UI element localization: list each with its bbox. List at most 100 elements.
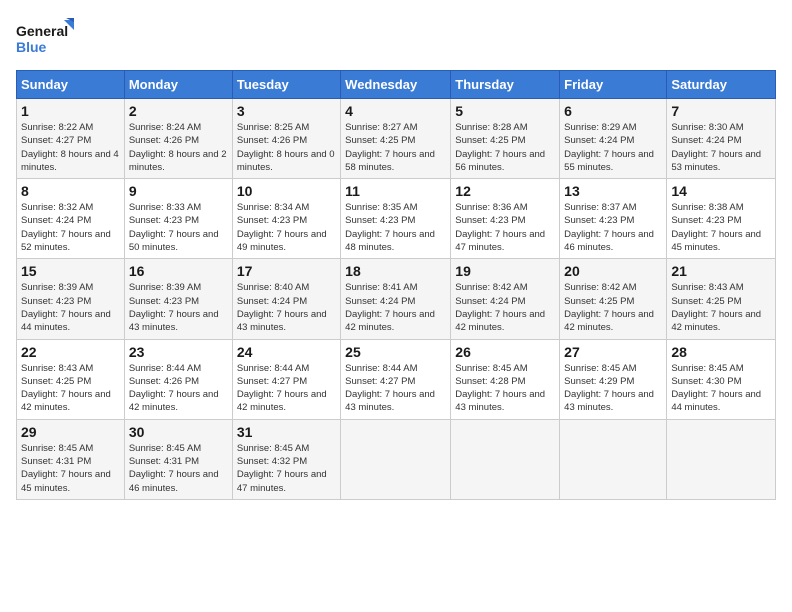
- header-day: Thursday: [451, 71, 560, 99]
- day-number: 16: [129, 263, 228, 279]
- header-row: SundayMondayTuesdayWednesdayThursdayFrid…: [17, 71, 776, 99]
- calendar-day: 22 Sunrise: 8:43 AMSunset: 4:25 PMDayligh…: [17, 339, 125, 419]
- day-number: 21: [671, 263, 771, 279]
- calendar-day: 12 Sunrise: 8:36 AMSunset: 4:23 PMDayligh…: [451, 179, 560, 259]
- calendar-day: 14Sunrise: 8:38 AMSunset: 4:23 PMDayligh…: [667, 179, 776, 259]
- day-number: 27: [564, 344, 662, 360]
- calendar-day: 18Sunrise: 8:41 AMSunset: 4:24 PMDayligh…: [341, 259, 451, 339]
- calendar-day: 25 Sunrise: 8:44 AMSunset: 4:27 PMDayligh…: [341, 339, 451, 419]
- header-day: Sunday: [17, 71, 125, 99]
- calendar-day: 26Sunrise: 8:45 AMSunset: 4:28 PMDayligh…: [451, 339, 560, 419]
- header-day: Friday: [560, 71, 667, 99]
- calendar-week: 1Sunrise: 8:22 AMSunset: 4:27 PMDaylight…: [17, 99, 776, 179]
- svg-text:General: General: [16, 23, 68, 39]
- day-number: 30: [129, 424, 228, 440]
- day-number: 24: [237, 344, 336, 360]
- day-info: Sunrise: 8:43 AMSunset: 4:25 PMDaylight:…: [671, 282, 761, 333]
- day-info: Sunrise: 8:43 AMSunset: 4:25 PMDaylight:…: [21, 363, 111, 414]
- calendar-day: 17 Sunrise: 8:40 AMSunset: 4:24 PMDayligh…: [232, 259, 340, 339]
- calendar-week: 22 Sunrise: 8:43 AMSunset: 4:25 PMDayligh…: [17, 339, 776, 419]
- calendar-day: 30 Sunrise: 8:45 AMSunset: 4:31 PMDayligh…: [124, 419, 232, 499]
- calendar-day: 27 Sunrise: 8:45 AMSunset: 4:29 PMDayligh…: [560, 339, 667, 419]
- day-info: Sunrise: 8:44 AMSunset: 4:27 PMDaylight:…: [237, 363, 327, 414]
- day-info: Sunrise: 8:45 AMSunset: 4:31 PMDaylight:…: [21, 443, 111, 494]
- day-number: 11: [345, 183, 446, 199]
- header-day: Tuesday: [232, 71, 340, 99]
- day-info: Sunrise: 8:27 AMSunset: 4:25 PMDaylight:…: [345, 122, 435, 173]
- day-number: 29: [21, 424, 120, 440]
- day-number: 15: [21, 263, 120, 279]
- day-number: 20: [564, 263, 662, 279]
- day-number: 3: [237, 103, 336, 119]
- calendar-table: SundayMondayTuesdayWednesdayThursdayFrid…: [16, 70, 776, 500]
- day-info: Sunrise: 8:24 AMSunset: 4:26 PMDaylight:…: [129, 122, 227, 173]
- calendar-day: 7 Sunrise: 8:30 AMSunset: 4:24 PMDaylight…: [667, 99, 776, 179]
- day-info: Sunrise: 8:22 AMSunset: 4:27 PMDaylight:…: [21, 122, 119, 173]
- logo: General Blue: [16, 16, 76, 60]
- day-info: Sunrise: 8:45 AMSunset: 4:30 PMDaylight:…: [671, 363, 761, 414]
- day-info: Sunrise: 8:36 AMSunset: 4:23 PMDaylight:…: [455, 202, 545, 253]
- day-number: 14: [671, 183, 771, 199]
- day-info: Sunrise: 8:28 AMSunset: 4:25 PMDaylight:…: [455, 122, 545, 173]
- day-number: 7: [671, 103, 771, 119]
- day-number: 4: [345, 103, 446, 119]
- logo-svg: General Blue: [16, 16, 76, 60]
- day-info: Sunrise: 8:45 AMSunset: 4:28 PMDaylight:…: [455, 363, 545, 414]
- day-number: 13: [564, 183, 662, 199]
- calendar-day: 29 Sunrise: 8:45 AMSunset: 4:31 PMDayligh…: [17, 419, 125, 499]
- day-info: Sunrise: 8:44 AMSunset: 4:26 PMDaylight:…: [129, 363, 219, 414]
- calendar-day: [560, 419, 667, 499]
- header-day: Saturday: [667, 71, 776, 99]
- calendar-day: 4 Sunrise: 8:27 AMSunset: 4:25 PMDaylight…: [341, 99, 451, 179]
- calendar-header: SundayMondayTuesdayWednesdayThursdayFrid…: [17, 71, 776, 99]
- calendar-day: [667, 419, 776, 499]
- day-info: Sunrise: 8:42 AMSunset: 4:25 PMDaylight:…: [564, 282, 654, 333]
- day-number: 6: [564, 103, 662, 119]
- day-info: Sunrise: 8:44 AMSunset: 4:27 PMDaylight:…: [345, 363, 435, 414]
- day-info: Sunrise: 8:32 AMSunset: 4:24 PMDaylight:…: [21, 202, 111, 253]
- calendar-day: 31 Sunrise: 8:45 AMSunset: 4:32 PMDayligh…: [232, 419, 340, 499]
- day-info: Sunrise: 8:45 AMSunset: 4:29 PMDaylight:…: [564, 363, 654, 414]
- calendar-day: 8 Sunrise: 8:32 AMSunset: 4:24 PMDaylight…: [17, 179, 125, 259]
- page-header: General Blue: [16, 16, 776, 60]
- day-info: Sunrise: 8:41 AMSunset: 4:24 PMDaylight:…: [345, 282, 435, 333]
- calendar-day: 13 Sunrise: 8:37 AMSunset: 4:23 PMDayligh…: [560, 179, 667, 259]
- header-day: Wednesday: [341, 71, 451, 99]
- day-number: 9: [129, 183, 228, 199]
- day-number: 31: [237, 424, 336, 440]
- calendar-day: 10Sunrise: 8:34 AMSunset: 4:23 PMDayligh…: [232, 179, 340, 259]
- calendar-week: 29 Sunrise: 8:45 AMSunset: 4:31 PMDayligh…: [17, 419, 776, 499]
- day-number: 19: [455, 263, 555, 279]
- day-info: Sunrise: 8:39 AMSunset: 4:23 PMDaylight:…: [129, 282, 219, 333]
- day-info: Sunrise: 8:39 AMSunset: 4:23 PMDaylight:…: [21, 282, 111, 333]
- calendar-day: 6 Sunrise: 8:29 AMSunset: 4:24 PMDaylight…: [560, 99, 667, 179]
- calendar-body: 1Sunrise: 8:22 AMSunset: 4:27 PMDaylight…: [17, 99, 776, 500]
- day-number: 22: [21, 344, 120, 360]
- calendar-day: 2 Sunrise: 8:24 AMSunset: 4:26 PMDaylight…: [124, 99, 232, 179]
- day-number: 2: [129, 103, 228, 119]
- day-number: 23: [129, 344, 228, 360]
- day-info: Sunrise: 8:25 AMSunset: 4:26 PMDaylight:…: [237, 122, 335, 173]
- calendar-day: 16 Sunrise: 8:39 AMSunset: 4:23 PMDayligh…: [124, 259, 232, 339]
- calendar-day: 11Sunrise: 8:35 AMSunset: 4:23 PMDayligh…: [341, 179, 451, 259]
- calendar-day: [451, 419, 560, 499]
- day-info: Sunrise: 8:34 AMSunset: 4:23 PMDaylight:…: [237, 202, 327, 253]
- day-number: 17: [237, 263, 336, 279]
- day-info: Sunrise: 8:37 AMSunset: 4:23 PMDaylight:…: [564, 202, 654, 253]
- calendar-day: 1Sunrise: 8:22 AMSunset: 4:27 PMDaylight…: [17, 99, 125, 179]
- calendar-day: 9Sunrise: 8:33 AMSunset: 4:23 PMDaylight…: [124, 179, 232, 259]
- day-number: 8: [21, 183, 120, 199]
- day-number: 25: [345, 344, 446, 360]
- day-info: Sunrise: 8:45 AMSunset: 4:32 PMDaylight:…: [237, 443, 327, 494]
- calendar-week: 15 Sunrise: 8:39 AMSunset: 4:23 PMDayligh…: [17, 259, 776, 339]
- calendar-day: [341, 419, 451, 499]
- calendar-day: 21 Sunrise: 8:43 AMSunset: 4:25 PMDayligh…: [667, 259, 776, 339]
- day-info: Sunrise: 8:29 AMSunset: 4:24 PMDaylight:…: [564, 122, 654, 173]
- calendar-day: 23 Sunrise: 8:44 AMSunset: 4:26 PMDayligh…: [124, 339, 232, 419]
- day-info: Sunrise: 8:40 AMSunset: 4:24 PMDaylight:…: [237, 282, 327, 333]
- calendar-day: 5Sunrise: 8:28 AMSunset: 4:25 PMDaylight…: [451, 99, 560, 179]
- day-number: 12: [455, 183, 555, 199]
- day-info: Sunrise: 8:45 AMSunset: 4:31 PMDaylight:…: [129, 443, 219, 494]
- calendar-day: 3 Sunrise: 8:25 AMSunset: 4:26 PMDaylight…: [232, 99, 340, 179]
- day-info: Sunrise: 8:30 AMSunset: 4:24 PMDaylight:…: [671, 122, 761, 173]
